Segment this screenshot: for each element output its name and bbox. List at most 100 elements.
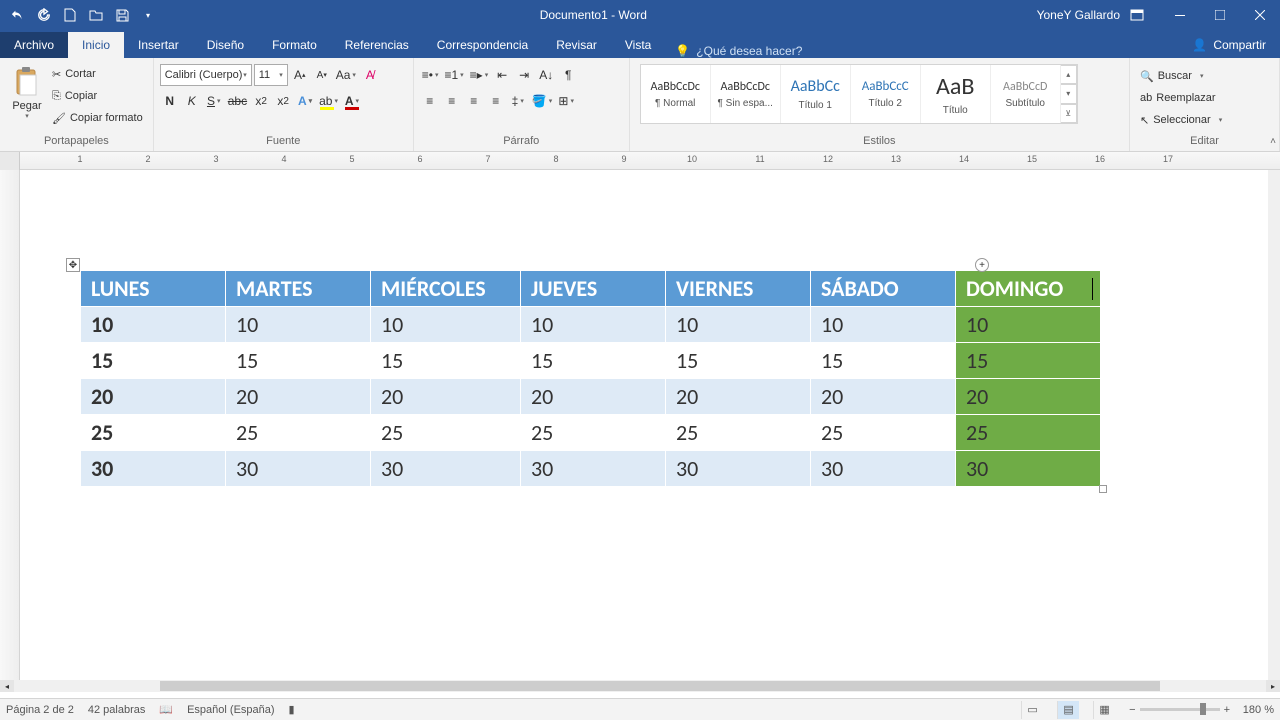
table-cell[interactable]: 30 [81,451,226,487]
table-cell[interactable]: 25 [521,415,666,451]
table-header[interactable]: MARTES [226,271,371,307]
tab-vista[interactable]: Vista [611,32,665,58]
horizontal-scrollbar[interactable]: ◂ ▸ [0,680,1280,692]
collapse-ribbon-button[interactable]: ˄ [1270,136,1276,147]
user-name[interactable]: YoneY Gallardo [1027,8,1130,22]
format-painter-button[interactable]: 🖌Copiar formato [48,108,147,128]
tell-me[interactable]: 💡 [675,44,876,58]
table-cell[interactable]: 15 [226,343,371,379]
table-cell[interactable]: 10 [666,307,811,343]
font-color-button[interactable]: A▾ [342,90,362,112]
undo-button[interactable] [6,3,30,27]
tab-referencias[interactable]: Referencias [331,32,423,58]
vertical-scrollbar[interactable] [1268,170,1280,680]
tab-diseño[interactable]: Diseño [193,32,258,58]
zoom-in-button[interactable]: + [1224,704,1230,716]
maximize-button[interactable] [1200,0,1240,30]
table-cell[interactable]: 10 [371,307,521,343]
hscroll-thumb[interactable] [160,681,1160,691]
grow-font-button[interactable]: A▴ [290,64,310,86]
table-add-column-handle[interactable]: + [975,258,989,272]
table-cell[interactable]: 10 [521,307,666,343]
select-button[interactable]: ↖Seleccionar▾ [1136,110,1226,130]
table-cell[interactable]: 10 [81,307,226,343]
tab-correspondencia[interactable]: Correspondencia [423,32,542,58]
style-sinespa[interactable]: AaBbCcDc¶ Sin espa... [711,65,781,123]
table-cell[interactable]: 25 [666,415,811,451]
zoom-slider[interactable] [1140,708,1220,711]
table-cell[interactable]: 25 [226,415,371,451]
table-cell[interactable]: 15 [371,343,521,379]
style-ttulo[interactable]: AaBTítulo [921,65,991,123]
zoom-thumb[interactable] [1200,703,1206,715]
tab-formato[interactable]: Formato [258,32,331,58]
replace-button[interactable]: abReemplazar [1136,88,1226,108]
scroll-right-button[interactable]: ▸ [1266,680,1280,692]
increase-indent-button[interactable]: ⇥ [514,64,534,86]
ribbon-display-button[interactable] [1130,9,1160,21]
document-table[interactable]: LUNESMARTESMIÉRCOLESJUEVESVIERNESSÁBADOD… [80,270,1101,487]
bullets-button[interactable]: ≡•▾ [420,64,441,86]
page-indicator[interactable]: Página 2 de 2 [6,704,74,716]
table-header[interactable]: MIÉRCOLES [371,271,521,307]
style-gallery[interactable]: AaBbCcDc¶ NormalAaBbCcDc¶ Sin espa...AaB… [640,64,1078,124]
style-subttulo[interactable]: AaBbCcDSubtítulo [991,65,1061,123]
style-more[interactable]: ⊻ [1061,104,1077,123]
web-layout-button[interactable]: ▦ [1093,701,1115,719]
table-cell[interactable]: 25 [81,415,226,451]
close-button[interactable] [1240,0,1280,30]
zoom-out-button[interactable]: − [1129,704,1135,716]
tell-me-input[interactable] [696,44,876,58]
spellcheck-icon[interactable]: 📖 [159,703,173,716]
table-cell[interactable]: 25 [956,415,1101,451]
word-count[interactable]: 42 palabras [88,704,146,716]
table-cell[interactable]: 10 [226,307,371,343]
text-effects-button[interactable]: A▾ [295,90,315,112]
font-name-combo[interactable]: Calibri (Cuerpo)▾ [160,64,252,86]
table-cell[interactable]: 10 [811,307,956,343]
read-mode-button[interactable]: ▭ [1021,701,1043,719]
highlight-button[interactable]: ab▾ [317,90,340,112]
multilevel-button[interactable]: ≡▸▾ [468,64,491,86]
copy-button[interactable]: ⎘Copiar [48,86,147,106]
zoom-level[interactable]: 180 % [1234,704,1274,716]
table-cell[interactable]: 20 [226,379,371,415]
table-cell[interactable]: 20 [666,379,811,415]
table-cell[interactable]: 25 [371,415,521,451]
table-cell[interactable]: 15 [666,343,811,379]
share-button[interactable]: 👤 Compartir [1178,32,1280,58]
table-cell[interactable]: 30 [811,451,956,487]
print-layout-button[interactable]: ▤ [1057,701,1079,719]
open-button[interactable] [84,3,108,27]
table-header[interactable]: SÁBADO [811,271,956,307]
align-right-button[interactable]: ≡ [464,90,484,112]
tab-revisar[interactable]: Revisar [542,32,611,58]
borders-button[interactable]: ⊞▾ [556,90,576,112]
table-cell[interactable]: 20 [81,379,226,415]
table-cell[interactable]: 15 [521,343,666,379]
style-up[interactable]: ▴ [1061,65,1077,84]
subscript-button[interactable]: x2 [251,90,271,112]
show-marks-button[interactable]: ¶ [558,64,578,86]
bold-button[interactable]: N [160,90,180,112]
superscript-button[interactable]: x2 [273,90,293,112]
change-case-button[interactable]: Aa▾ [334,64,358,86]
table-cell[interactable]: 20 [956,379,1101,415]
table-cell[interactable]: 15 [811,343,956,379]
redo-button[interactable] [32,3,56,27]
table-cell[interactable]: 30 [371,451,521,487]
style-down[interactable]: ▾ [1061,84,1077,103]
table-cell[interactable]: 30 [956,451,1101,487]
table-header[interactable]: JUEVES [521,271,666,307]
style-ttulo1[interactable]: AaBbCcTítulo 1 [781,65,851,123]
underline-button[interactable]: S▾ [204,90,224,112]
table-header[interactable]: VIERNES [666,271,811,307]
shading-button[interactable]: 🪣▾ [530,90,554,112]
style-normal[interactable]: AaBbCcDc¶ Normal [641,65,711,123]
tab-insertar[interactable]: Insertar [124,32,193,58]
table-cell[interactable]: 30 [226,451,371,487]
justify-button[interactable]: ≡ [486,90,506,112]
table-resize-handle[interactable] [1099,485,1107,493]
table-cell[interactable]: 10 [956,307,1101,343]
minimize-button[interactable] [1160,0,1200,30]
